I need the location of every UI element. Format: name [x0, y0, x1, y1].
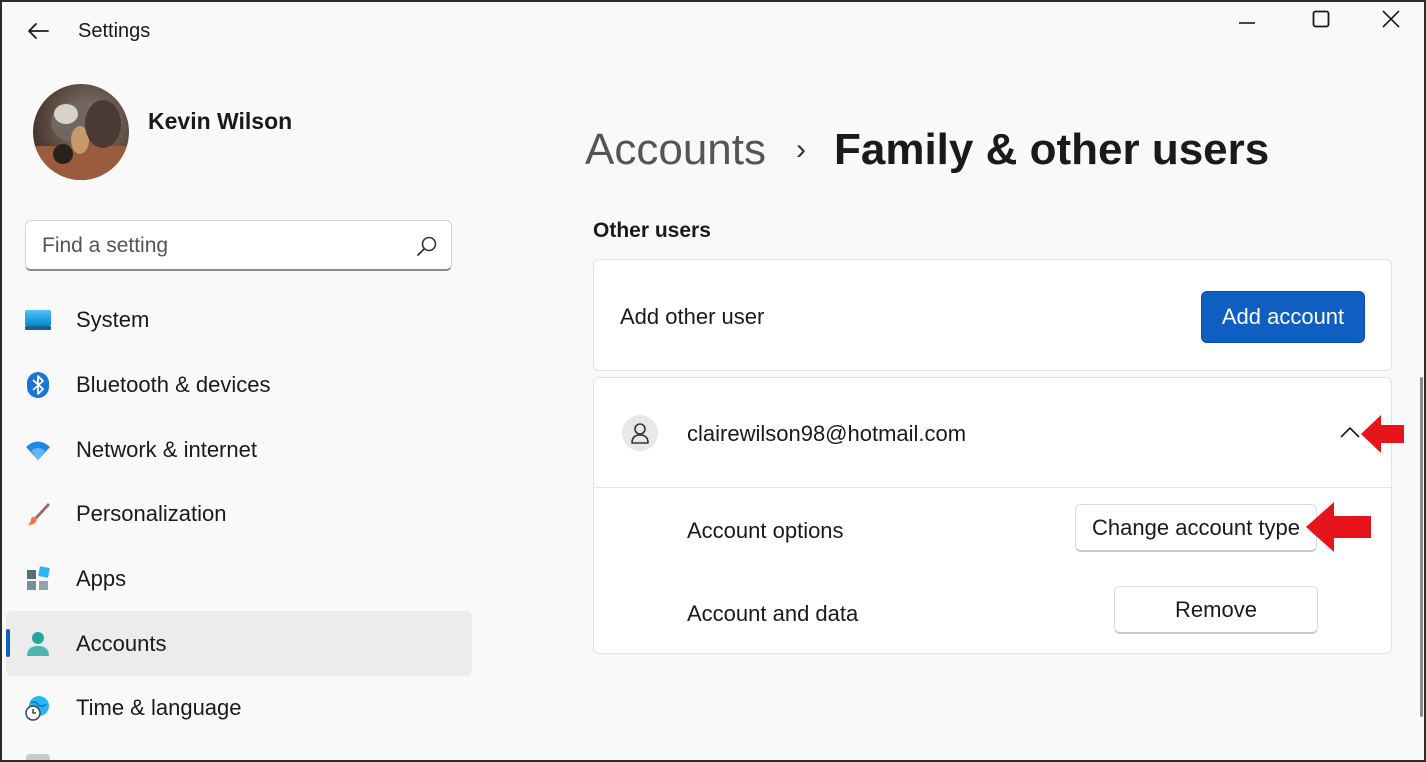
- profile-name: Kevin Wilson: [148, 108, 293, 134]
- sidebar-item-bluetooth[interactable]: Bluetooth & devices: [6, 353, 472, 418]
- title-bar: Settings: [2, 2, 1424, 62]
- sidebar-item-apps[interactable]: Apps: [6, 547, 472, 612]
- user-card: clairewilson98@hotmail.com Account optio…: [593, 377, 1392, 654]
- minimize-button[interactable]: [1212, 2, 1282, 36]
- annotation-arrow-icon: [1306, 502, 1371, 552]
- back-arrow-icon: [28, 23, 49, 39]
- account-options-row: Account options Change account type: [594, 490, 1391, 570]
- sidebar-item-personalization[interactable]: Personalization: [6, 482, 472, 547]
- add-user-label: Add other user: [620, 304, 765, 329]
- sidebar-item-label: Bluetooth & devices: [76, 372, 271, 398]
- profile-photo-image: [33, 84, 129, 180]
- add-account-button[interactable]: Add account: [1201, 291, 1365, 343]
- profile-avatar[interactable]: [33, 84, 129, 180]
- breadcrumb: Accounts › Family & other users: [585, 120, 1269, 180]
- account-options-label: Account options: [687, 518, 844, 543]
- user-email: clairewilson98@hotmail.com: [687, 421, 967, 446]
- sidebar-item-time-language[interactable]: Time & language: [6, 676, 472, 741]
- maximize-button[interactable]: [1286, 2, 1356, 36]
- sidebar-item-label: Accounts: [76, 630, 167, 656]
- back-button[interactable]: [20, 14, 56, 48]
- breadcrumb-separator: ›: [795, 133, 806, 166]
- sidebar-item-label: Time & language: [76, 695, 242, 721]
- add-user-card: Add other user Add account: [593, 259, 1392, 371]
- settings-window: Settings Kevin Wilson Find a setting Sys…: [0, 0, 1426, 762]
- chevron-up-icon: [1340, 426, 1360, 438]
- partial-nav-icon: [26, 754, 50, 760]
- search-icon[interactable]: [415, 234, 439, 258]
- search-box[interactable]: [25, 220, 452, 271]
- bluetooth-icon: [24, 371, 52, 399]
- brush-icon: [24, 500, 52, 528]
- sidebar-item-accounts[interactable]: Accounts: [6, 611, 472, 677]
- breadcrumb-parent[interactable]: Accounts: [585, 125, 766, 175]
- app-title: Settings: [78, 20, 151, 42]
- account-data-label: Account and data: [687, 601, 859, 626]
- user-avatar: [622, 415, 658, 451]
- remove-button[interactable]: Remove: [1114, 586, 1318, 634]
- account-data-row: Account and data Remove: [594, 574, 1391, 654]
- close-icon: [1382, 10, 1400, 28]
- person-icon: [631, 423, 649, 444]
- apps-icon: [24, 565, 52, 593]
- sidebar-item-label: Network & internet: [76, 436, 257, 462]
- section-title: Other users: [593, 219, 711, 242]
- sidebar-item-system[interactable]: System: [6, 288, 472, 353]
- close-button[interactable]: [1356, 2, 1424, 36]
- minimize-icon: [1239, 22, 1255, 24]
- sidebar-item-label: Apps: [76, 566, 127, 592]
- maximize-icon: [1312, 10, 1330, 28]
- active-indicator: [6, 629, 10, 658]
- scrollbar[interactable]: [1420, 377, 1423, 717]
- sidebar-item-label: System: [76, 307, 150, 333]
- page-title: Family & other users: [833, 125, 1270, 174]
- wifi-icon: [24, 436, 52, 464]
- accounts-icon: [24, 630, 52, 658]
- sidebar-item-label: Personalization: [76, 501, 227, 527]
- change-account-type-button[interactable]: Change account type: [1075, 504, 1317, 552]
- annotation-arrow-icon: [1361, 415, 1404, 453]
- user-header-row[interactable]: clairewilson98@hotmail.com: [594, 378, 1391, 488]
- search-input[interactable]: [42, 230, 402, 262]
- globe-clock-icon: [24, 694, 52, 722]
- system-icon: [24, 306, 52, 334]
- sidebar-item-network[interactable]: Network & internet: [6, 417, 472, 482]
- sidebar-nav: System Bluetooth & devices Network & int…: [6, 288, 472, 741]
